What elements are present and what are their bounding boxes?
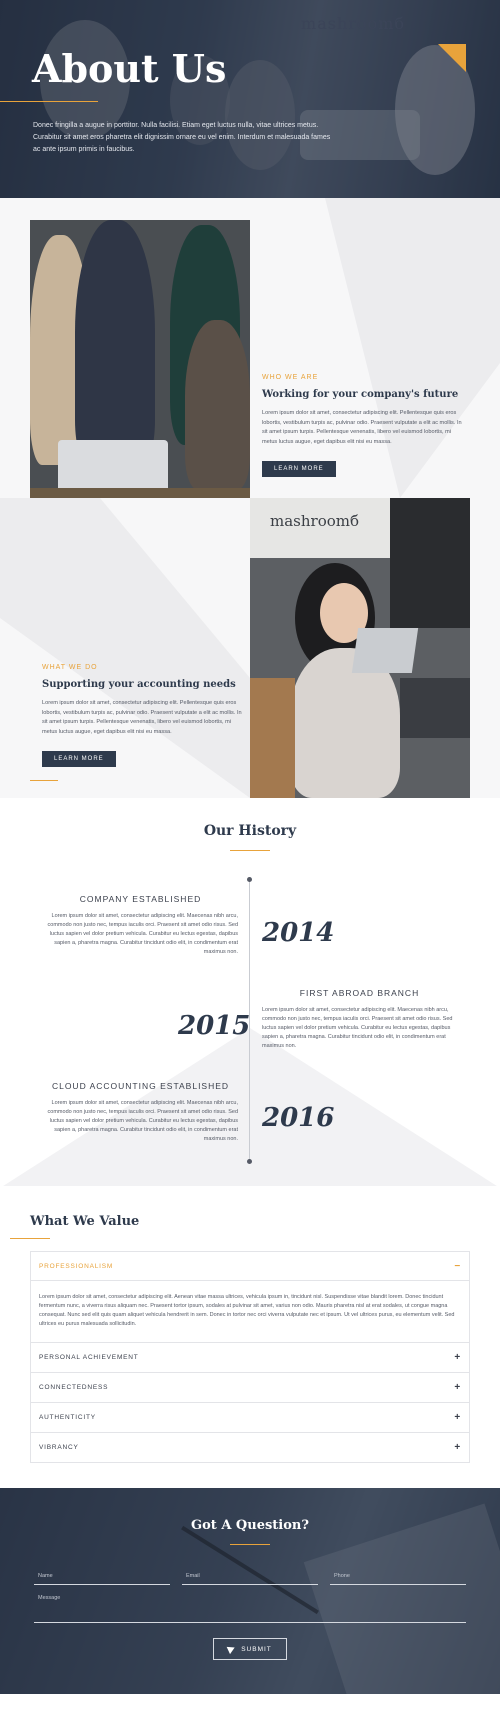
name-field[interactable]: Name [34, 1571, 170, 1585]
accordion-body: Lorem ipsum dolor sit amet, consectetur … [39, 1294, 455, 1327]
learn-more-button[interactable]: LEARN MORE [42, 751, 116, 767]
accordion-label: CONNECTEDNESS [39, 1384, 109, 1391]
title-underline [230, 1544, 270, 1545]
photo-window [390, 498, 470, 628]
what-we-do-section: mashroomб WHAT WE DO Supporting your acc… [0, 498, 500, 798]
phone-field[interactable]: Phone [330, 1571, 466, 1585]
hero-text: Donec fringilla a augue in porttitor. Nu… [33, 122, 331, 153]
section-heading: Working for your company's future [262, 389, 459, 400]
event-text: Lorem ipsum dolor sit amet, consectetur … [262, 1007, 453, 1049]
event-title: CLOUD ACCOUNTING ESTABLISHED [51, 1081, 230, 1091]
message-placeholder: Message [38, 1595, 61, 1601]
photo-table [30, 488, 250, 498]
accordion-label: PROFESSIONALISM [39, 1262, 114, 1270]
accordion-label: PERSONAL ACHIEVEMENT [39, 1354, 139, 1361]
event-title: COMPANY ESTABLISHED [79, 894, 202, 904]
event-year: 2014 [262, 918, 335, 948]
values-accordion: PROFESSIONALISM − Lorem ipsum dolor sit … [30, 1251, 470, 1463]
accordion-header-connectedness[interactable]: CONNECTEDNESS + [31, 1373, 469, 1402]
accordion-item: AUTHENTICITY + [31, 1402, 469, 1432]
collapse-icon[interactable]: − [454, 1261, 461, 1272]
accordion-label: VIBRANCY [39, 1444, 79, 1451]
paper-plane-icon [226, 1643, 237, 1655]
who-we-are-section: WHO WE ARE Working for your company's fu… [0, 198, 500, 498]
accordion-header-professionalism[interactable]: PROFESSIONALISM − [31, 1252, 469, 1281]
page-title: About Us [32, 46, 227, 91]
corner-accent [438, 44, 466, 72]
accordion-label: AUTHENTICITY [39, 1414, 96, 1421]
accordion-item: PERSONAL ACHIEVEMENT + [31, 1342, 469, 1372]
photo-chair [250, 678, 295, 798]
accordion-header-personal-achievement[interactable]: PERSONAL ACHIEVEMENT + [31, 1343, 469, 1372]
section-title: Our History [203, 823, 297, 839]
history-section: Our History COMPANY ESTABLISHED Lorem ip… [0, 798, 500, 1186]
email-field[interactable]: Email [182, 1571, 318, 1585]
event-title: FIRST ABROAD BRANCH [299, 988, 420, 998]
team-photo [30, 220, 250, 498]
photo-figure [75, 220, 155, 470]
timeline-dot [247, 877, 252, 882]
submit-button[interactable]: SUBMIT [213, 1638, 287, 1660]
event-year: 2015 [178, 1011, 251, 1041]
timeline-event: CLOUD ACCOUNTING ESTABLISHED Lorem ipsum… [43, 1081, 238, 1144]
accordion-header-vibrancy[interactable]: VIBRANCY + [31, 1433, 469, 1462]
timeline-event: FIRST ABROAD BRANCH Lorem ipsum dolor si… [262, 988, 457, 1051]
section-title: Got A Question? [191, 1518, 309, 1533]
section-title: What We Value [30, 1214, 140, 1229]
event-text: Lorem ipsum dolor sit amet, consectetur … [47, 913, 238, 955]
name-placeholder: Name [38, 1573, 53, 1579]
wall-logo: mashroomб [301, 14, 405, 33]
expand-icon[interactable]: + [454, 1442, 461, 1453]
section-eyebrow: WHAT WE DO [42, 664, 98, 671]
event-year: 2016 [262, 1103, 335, 1133]
accent-rule [30, 780, 58, 781]
expand-icon[interactable]: + [454, 1382, 461, 1393]
timeline-dot [247, 1159, 252, 1164]
title-underline [0, 101, 98, 102]
hero-overlay [0, 0, 500, 198]
section-text: Lorem ipsum dolor sit amet, consectetur … [42, 700, 242, 735]
accountant-photo: mashroomб [250, 498, 470, 798]
section-eyebrow: WHO WE ARE [262, 374, 319, 381]
photo-figure [185, 320, 250, 490]
hero-banner: mashroomб About Us Donec fringilla a aug… [0, 0, 500, 198]
title-underline [10, 1238, 50, 1239]
accordion-item: VIBRANCY + [31, 1432, 469, 1462]
timeline-event: COMPANY ESTABLISHED Lorem ipsum dolor si… [43, 894, 238, 957]
event-text: Lorem ipsum dolor sit amet, consectetur … [47, 1100, 238, 1142]
learn-more-button[interactable]: LEARN MORE [262, 461, 336, 477]
email-placeholder: Email [186, 1573, 200, 1579]
section-text: Lorem ipsum dolor sit amet, consectetur … [262, 410, 462, 445]
phone-placeholder: Phone [334, 1573, 350, 1579]
expand-icon[interactable]: + [454, 1412, 461, 1423]
section-heading: Supporting your accounting needs [42, 679, 236, 690]
accordion-header-authenticity[interactable]: AUTHENTICITY + [31, 1403, 469, 1432]
photo-laptop [351, 628, 419, 673]
accordion-item: PROFESSIONALISM − Lorem ipsum dolor sit … [31, 1252, 469, 1342]
accordion-item: CONNECTEDNESS + [31, 1372, 469, 1402]
wall-logo: mashroomб [270, 512, 360, 530]
photo-monitor [400, 678, 470, 738]
values-section: What We Value PROFESSIONALISM − Lorem ip… [0, 1186, 500, 1488]
message-field[interactable]: Message [34, 1593, 466, 1623]
contact-section: Got A Question? Name Email Phone Message… [0, 1488, 500, 1694]
submit-label: SUBMIT [241, 1645, 272, 1653]
title-underline [230, 850, 270, 851]
expand-icon[interactable]: + [454, 1352, 461, 1363]
